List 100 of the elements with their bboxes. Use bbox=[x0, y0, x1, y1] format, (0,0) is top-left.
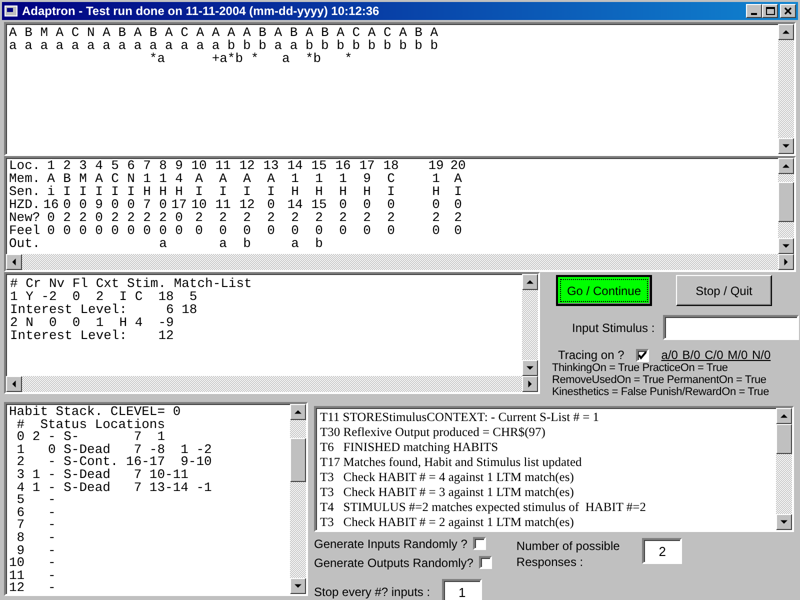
table-cell: 0 bbox=[291, 223, 299, 238]
habit-line: 4 1 - S-Dead 7 13-14 -1 bbox=[16, 482, 212, 494]
table-cell: 17 bbox=[171, 197, 187, 212]
checkbox[interactable] bbox=[473, 537, 486, 550]
vertical-scrollbar[interactable] bbox=[522, 274, 538, 376]
scroll-down-button[interactable] bbox=[778, 138, 794, 154]
table-cell: I bbox=[219, 184, 227, 199]
table-cell: 0 bbox=[127, 197, 135, 212]
table-cell: 0 bbox=[195, 223, 203, 238]
table-cell: H bbox=[143, 184, 151, 199]
table-cell: 0 bbox=[432, 197, 440, 212]
table-cell: A bbox=[219, 171, 227, 186]
table-cell: 14 bbox=[287, 197, 303, 212]
table-cell: 0 bbox=[63, 223, 71, 238]
table-cell: H bbox=[432, 184, 440, 199]
scroll-up-button[interactable] bbox=[290, 404, 306, 420]
minimize-button[interactable] bbox=[746, 4, 762, 18]
vertical-scrollbar[interactable] bbox=[290, 404, 306, 594]
table-cell: 0 bbox=[315, 223, 323, 238]
scroll-thumb[interactable] bbox=[290, 438, 306, 482]
table-cell: H bbox=[363, 184, 371, 199]
match-line: 1 Y -2 0 2 I C 18 5 bbox=[10, 290, 198, 303]
input-field[interactable]: 1 bbox=[442, 579, 482, 600]
table-cell: 0 bbox=[363, 197, 371, 212]
table-cell: 2 bbox=[432, 210, 440, 225]
table-cell: 0 bbox=[454, 197, 462, 212]
table-cell: 16 bbox=[43, 197, 59, 212]
table-cell: 0 bbox=[127, 223, 135, 238]
scroll-up-button[interactable] bbox=[522, 274, 538, 290]
log-line: T3 Check HABIT # = 2 against 1 LTM match(es) bbox=[320, 515, 574, 530]
scroll-down-button[interactable] bbox=[778, 238, 794, 254]
habit-line: Habit Stack. CLEVEL= 0 bbox=[9, 406, 181, 419]
table-cell: H bbox=[339, 184, 347, 199]
scroll-right-button[interactable] bbox=[522, 376, 538, 392]
log-line: T30 Reflexive Output produced = CHR$(97) bbox=[320, 425, 546, 440]
input-field[interactable] bbox=[662, 315, 799, 340]
habit-line: 12 - bbox=[9, 582, 56, 595]
table-cell: a bbox=[219, 236, 227, 251]
input-field[interactable]: 2 bbox=[642, 538, 682, 564]
scroll-left-button[interactable] bbox=[6, 254, 22, 270]
scroll-left-button[interactable] bbox=[6, 376, 22, 392]
scroll-down-button[interactable] bbox=[776, 514, 792, 530]
close-button[interactable] bbox=[780, 4, 796, 18]
table-cell: 2 bbox=[111, 210, 119, 225]
table-cell: 9 bbox=[95, 197, 103, 212]
table-cell: 0 bbox=[339, 223, 347, 238]
action-button[interactable]: Go / Continue bbox=[556, 275, 652, 306]
checkbox[interactable] bbox=[479, 556, 492, 569]
checkbox-label: Generate Inputs Randomly ? bbox=[314, 536, 468, 550]
scroll-up-button[interactable] bbox=[776, 408, 792, 424]
table-cell: C bbox=[387, 171, 395, 186]
scroll-thumb[interactable] bbox=[778, 182, 794, 222]
match-line: # Cr Nv Fl Cxt Stim. Match-List bbox=[10, 277, 252, 290]
table-cell: 4 bbox=[95, 158, 103, 173]
field-label: Number of possible Responses : bbox=[516, 538, 621, 571]
row-label: HZD. bbox=[9, 197, 40, 212]
habit-line: 6 - bbox=[16, 506, 56, 520]
table-cell: 2 bbox=[454, 210, 462, 225]
row-label: Mem. bbox=[9, 171, 40, 186]
table-cell: 0 bbox=[159, 197, 167, 212]
maximize-button[interactable] bbox=[762, 4, 778, 18]
table-cell: B bbox=[63, 171, 71, 186]
table-cell: A bbox=[267, 171, 275, 186]
tracing-checkbox[interactable] bbox=[636, 348, 650, 362]
checkbox-label: Generate Outputs Randomly? bbox=[314, 556, 474, 570]
habit-line: # Status Locations bbox=[16, 418, 166, 432]
vertical-scrollbar[interactable] bbox=[776, 408, 792, 530]
habit-line: 3 1 - S-Dead 7 10-11 bbox=[16, 468, 188, 482]
vertical-scrollbar[interactable] bbox=[778, 24, 794, 154]
scroll-down-button[interactable] bbox=[290, 578, 306, 594]
table-cell: 0 bbox=[243, 223, 251, 238]
table-cell: 0 bbox=[95, 223, 103, 238]
app-icon bbox=[4, 4, 18, 18]
horizontal-scrollbar[interactable] bbox=[6, 254, 794, 270]
table-cell: 1 bbox=[143, 171, 151, 186]
table-cell: I bbox=[79, 184, 87, 199]
log-line: T17 Matches found, Habit and Stimulus list updated bbox=[320, 455, 582, 470]
table-cell: I bbox=[195, 184, 203, 199]
log-line: T6 FINISHED matching HABITS bbox=[320, 440, 498, 455]
action-button[interactable]: Stop / Quit bbox=[676, 275, 772, 306]
habit-line: 1 0 S-Dead 7 -8 1 -2 bbox=[16, 444, 212, 456]
table-cell: 0 bbox=[267, 223, 275, 238]
field-label: Input Stimulus : bbox=[572, 320, 655, 334]
vertical-scrollbar[interactable] bbox=[778, 158, 794, 254]
horizontal-scrollbar[interactable] bbox=[6, 376, 538, 392]
table-cell: C bbox=[111, 171, 119, 186]
table-cell: 13 bbox=[263, 158, 279, 173]
field-label: Stop every #? inputs : bbox=[314, 585, 430, 599]
table-cell: I bbox=[111, 184, 119, 199]
scroll-right-button[interactable] bbox=[778, 254, 794, 270]
table-cell: 0 bbox=[363, 223, 371, 238]
close-icon bbox=[784, 7, 792, 15]
scroll-up-button[interactable] bbox=[778, 158, 794, 174]
scroll-up-button[interactable] bbox=[778, 24, 794, 40]
table-cell: M bbox=[79, 171, 87, 186]
table-cell: 2 bbox=[63, 210, 71, 225]
habit-line: 8 - bbox=[16, 532, 56, 545]
table-cell: A bbox=[47, 171, 55, 186]
scroll-thumb[interactable] bbox=[776, 424, 792, 454]
scroll-down-button[interactable] bbox=[522, 360, 538, 376]
